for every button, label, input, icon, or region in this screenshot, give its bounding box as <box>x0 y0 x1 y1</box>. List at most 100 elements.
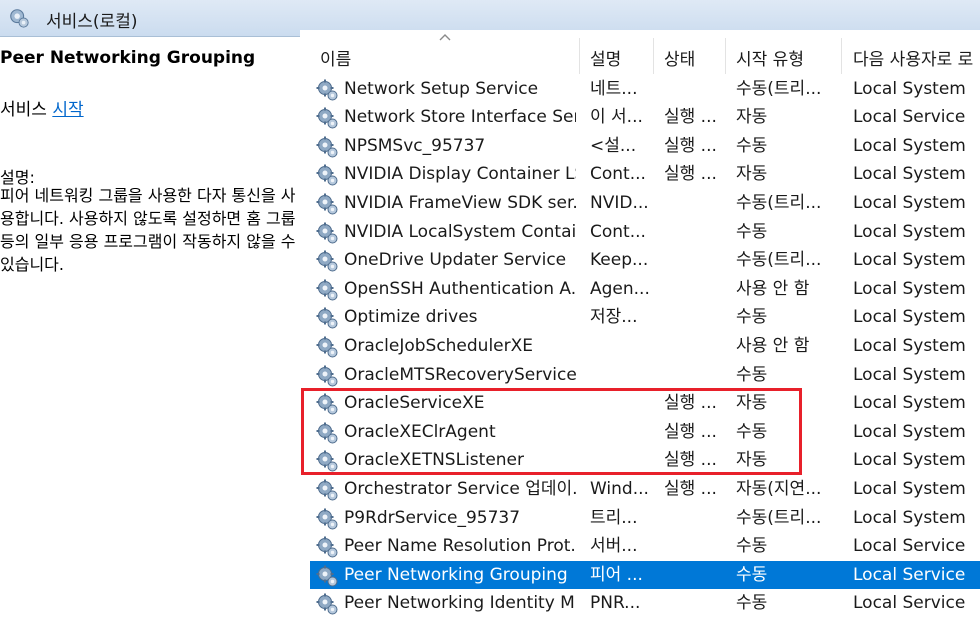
service-logon-cell: Local System <box>853 364 966 385</box>
service-status-cell: 실행 ... <box>664 164 717 185</box>
service-name-cell: Orchestrator Service 업데이... <box>344 478 576 499</box>
service-logon-cell: Local System <box>853 335 966 356</box>
service-logon-cell: Local System <box>853 450 966 471</box>
service-startup-cell: 수동 <box>736 221 768 242</box>
service-name-cell: Network Store Interface Ser... <box>344 107 576 128</box>
service-description-cell: 피어 ... <box>590 564 643 585</box>
service-name-cell: OracleXETNSListener <box>344 450 524 471</box>
service-startup-cell: 수동(트리... <box>736 250 822 271</box>
gear-icon <box>315 163 339 187</box>
service-logon-cell: Local System <box>853 78 966 99</box>
table-row[interactable]: OracleJobSchedulerXE 사용 안 함 Local System <box>310 332 980 361</box>
service-name-cell: Peer Networking Identity M... <box>344 593 576 614</box>
service-startup-cell: 수동 <box>736 421 768 442</box>
service-name-cell: Network Setup Service <box>344 78 539 99</box>
service-description-cell: 서버... <box>590 536 638 557</box>
table-row[interactable]: Peer Networking Identity M... PNR... 수동 Loc… <box>310 589 980 618</box>
service-name-cell: Peer Networking Grouping <box>344 564 568 585</box>
service-name-cell: Optimize drives <box>344 307 478 328</box>
gear-icon <box>315 306 339 330</box>
table-row[interactable]: OracleXEClrAgent 실행 ... 수동 Local System <box>310 418 980 447</box>
table-row[interactable]: OracleServiceXE 실행 ... 자동 Local System <box>310 389 980 418</box>
service-logon-cell: Local System <box>853 307 966 328</box>
service-logon-cell: Local System <box>853 507 966 528</box>
table-row[interactable]: OpenSSH Authentication A... Agen... 사용 안 함… <box>310 275 980 304</box>
service-status-cell: 실행 ... <box>664 107 717 128</box>
service-logon-cell: Local Service <box>853 107 966 128</box>
service-startup-cell: 수동 <box>736 536 768 557</box>
service-startup-cell: 수동 <box>736 307 768 328</box>
service-name-cell: OracleMTSRecoveryService <box>344 364 576 385</box>
gear-icon <box>315 449 339 473</box>
gear-icon <box>315 106 339 130</box>
table-row[interactable]: Optimize drives 저장... 수동 Local System <box>310 303 980 332</box>
service-logon-cell: Local System <box>853 421 966 442</box>
service-startup-cell: 사용 안 함 <box>736 278 810 299</box>
service-description-cell: 트리... <box>590 507 638 528</box>
service-logon-cell: Local Service <box>853 593 966 614</box>
table-row[interactable]: NVIDIA LocalSystem Contai... Cont... 수동 Loc… <box>310 218 980 247</box>
table-row[interactable]: Network Store Interface Ser... 이 서... 실행 .… <box>310 103 980 132</box>
column-divider[interactable] <box>841 38 842 74</box>
start-service-link[interactable]: 시작 <box>52 100 83 120</box>
table-row[interactable]: Peer Name Resolution Prot... 서버... 수동 Local… <box>310 532 980 561</box>
service-logon-cell: Local System <box>853 221 966 242</box>
service-name-cell: OracleJobSchedulerXE <box>344 335 534 356</box>
service-startup-cell: 사용 안 함 <box>736 335 810 356</box>
service-logon-cell: Local Service <box>853 564 966 585</box>
service-detail-pane: Peer Networking Grouping 서비스 시작 설명: 피어 네… <box>0 37 300 615</box>
column-header-description[interactable]: 설명 <box>590 45 621 70</box>
table-row[interactable]: Network Setup Service 네트... 수동(트리... Local … <box>310 75 980 104</box>
column-header-startup-type[interactable]: 시작 유형 <box>736 45 804 70</box>
service-logon-cell: Local System <box>853 250 966 271</box>
service-name-cell: Peer Name Resolution Prot... <box>344 536 576 557</box>
table-row[interactable]: P9RdrService_95737 트리... 수동(트리... Local Sys… <box>310 504 980 533</box>
service-startup-cell: 자동(지연... <box>736 478 822 499</box>
service-name-cell: NPSMSvc_95737 <box>344 135 486 156</box>
service-logon-cell: Local System <box>853 192 966 213</box>
gear-icon <box>315 78 339 102</box>
column-header-name[interactable]: 이름 <box>320 45 351 70</box>
service-status-cell: 실행 ... <box>664 478 717 499</box>
service-startup-cell: 수동 <box>736 135 768 156</box>
service-action: 서비스 시작 <box>0 95 84 120</box>
service-logon-cell: Local System <box>853 393 966 414</box>
service-description-cell: Cont... <box>590 164 646 185</box>
gear-icon <box>315 392 339 416</box>
service-logon-cell: Local System <box>853 478 966 499</box>
service-description-cell: Keep... <box>590 250 649 271</box>
service-description-cell: NVID... <box>590 192 649 213</box>
gear-icon <box>315 192 339 216</box>
table-row[interactable]: Peer Networking Grouping 피어 ... 수동 Local Se… <box>310 560 980 590</box>
gear-icon <box>315 421 339 445</box>
service-logon-cell: Local System <box>853 135 966 156</box>
table-row[interactable]: OracleMTSRecoveryService 수동 Local System <box>310 361 980 390</box>
column-header-logon-as[interactable]: 다음 사용자로 로 <box>853 45 973 70</box>
service-status-cell: 실행 ... <box>664 450 717 471</box>
column-divider[interactable] <box>579 38 580 74</box>
table-row[interactable]: Orchestrator Service 업데이... Wind... 실행 ...… <box>310 475 980 504</box>
service-startup-cell: 수동 <box>736 364 768 385</box>
service-name-cell: NVIDIA FrameView SDK ser... <box>344 192 576 213</box>
table-row[interactable]: OneDrive Updater Service Keep... 수동(트리... L… <box>310 246 980 275</box>
service-action-prefix: 서비스 <box>0 100 53 120</box>
column-divider[interactable] <box>653 38 654 74</box>
services-list: 이름 설명 상태 시작 유형 다음 사용자로 로 Network Setup S… <box>300 30 980 615</box>
gear-icon <box>315 364 339 388</box>
column-header-status[interactable]: 상태 <box>664 45 695 70</box>
column-divider[interactable] <box>725 38 726 74</box>
service-logon-cell: Local System <box>853 164 966 185</box>
service-description-cell: 저장... <box>590 307 638 328</box>
service-name-cell: OracleServiceXE <box>344 393 485 414</box>
service-name-cell: OracleXEClrAgent <box>344 421 496 442</box>
service-startup-cell: 수동(트리... <box>736 507 822 528</box>
selected-service-name: Peer Networking Grouping <box>0 48 256 68</box>
gear-icon <box>315 592 339 616</box>
gear-icon <box>315 535 339 559</box>
table-row[interactable]: NVIDIA FrameView SDK ser... NVID... 수동(트리.… <box>310 189 980 218</box>
table-row[interactable]: NPSMSvc_95737 <설... 실행 ... 수동 Local System <box>310 132 980 161</box>
service-name-cell: OneDrive Updater Service <box>344 250 567 271</box>
table-row[interactable]: NVIDIA Display Container LS Cont... 실행 ...… <box>310 160 980 189</box>
table-row[interactable]: OracleXETNSListener 실행 ... 자동 Local System <box>310 446 980 475</box>
gear-icon <box>315 564 339 588</box>
